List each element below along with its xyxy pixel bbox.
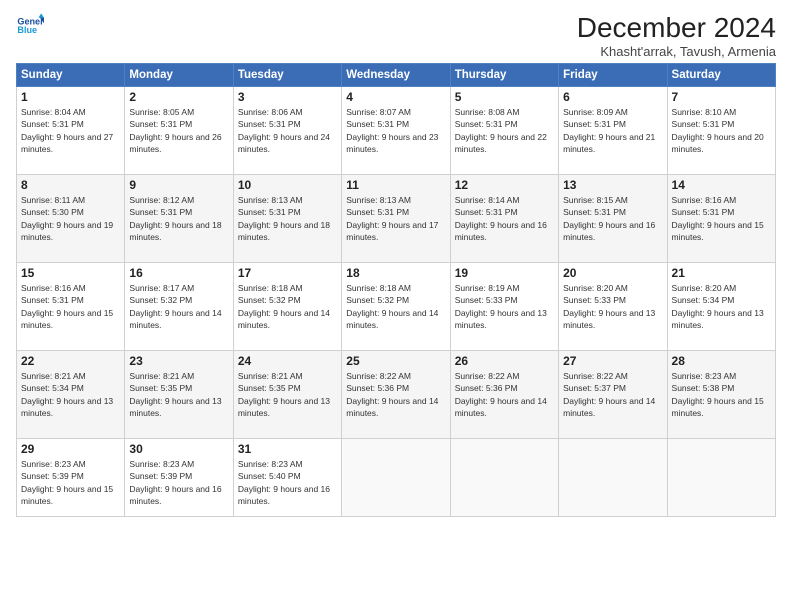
day-cell-27: 27 Sunrise: 8:22 AMSunset: 5:37 PMDaylig… <box>559 351 667 439</box>
title-block: December 2024 Khasht'arrak, Tavush, Arme… <box>577 12 776 59</box>
header-thursday: Thursday <box>450 64 558 87</box>
day-cell-16: 16 Sunrise: 8:17 AMSunset: 5:32 PMDaylig… <box>125 263 233 351</box>
header-monday: Monday <box>125 64 233 87</box>
day-cell-6: 6 Sunrise: 8:09 AMSunset: 5:31 PMDayligh… <box>559 87 667 175</box>
header-friday: Friday <box>559 64 667 87</box>
empty-cell-4 <box>667 439 775 517</box>
day-cell-5: 5 Sunrise: 8:08 AMSunset: 5:31 PMDayligh… <box>450 87 558 175</box>
day-cell-30: 30 Sunrise: 8:23 AMSunset: 5:39 PMDaylig… <box>125 439 233 517</box>
week-row-5: 29 Sunrise: 8:23 AMSunset: 5:39 PMDaylig… <box>17 439 776 517</box>
day-cell-28: 28 Sunrise: 8:23 AMSunset: 5:38 PMDaylig… <box>667 351 775 439</box>
month-title: December 2024 <box>577 12 776 44</box>
page-container: General Blue December 2024 Khasht'arrak,… <box>0 0 792 612</box>
day-cell-15: 15 Sunrise: 8:16 AMSunset: 5:31 PMDaylig… <box>17 263 125 351</box>
day-cell-13: 13 Sunrise: 8:15 AMSunset: 5:31 PMDaylig… <box>559 175 667 263</box>
day-cell-18: 18 Sunrise: 8:18 AMSunset: 5:32 PMDaylig… <box>342 263 450 351</box>
header-tuesday: Tuesday <box>233 64 341 87</box>
empty-cell-2 <box>450 439 558 517</box>
day-cell-9: 9 Sunrise: 8:12 AMSunset: 5:31 PMDayligh… <box>125 175 233 263</box>
empty-cell-1 <box>342 439 450 517</box>
day-cell-26: 26 Sunrise: 8:22 AMSunset: 5:36 PMDaylig… <box>450 351 558 439</box>
header: General Blue December 2024 Khasht'arrak,… <box>16 12 776 59</box>
day-cell-10: 10 Sunrise: 8:13 AMSunset: 5:31 PMDaylig… <box>233 175 341 263</box>
day-cell-2: 2 Sunrise: 8:05 AMSunset: 5:31 PMDayligh… <box>125 87 233 175</box>
day-cell-19: 19 Sunrise: 8:19 AMSunset: 5:33 PMDaylig… <box>450 263 558 351</box>
week-row-1: 1 Sunrise: 8:04 AMSunset: 5:31 PMDayligh… <box>17 87 776 175</box>
header-sunday: Sunday <box>17 64 125 87</box>
day-cell-24: 24 Sunrise: 8:21 AMSunset: 5:35 PMDaylig… <box>233 351 341 439</box>
week-row-4: 22 Sunrise: 8:21 AMSunset: 5:34 PMDaylig… <box>17 351 776 439</box>
day-cell-20: 20 Sunrise: 8:20 AMSunset: 5:33 PMDaylig… <box>559 263 667 351</box>
day-cell-12: 12 Sunrise: 8:14 AMSunset: 5:31 PMDaylig… <box>450 175 558 263</box>
day-cell-7: 7 Sunrise: 8:10 AMSunset: 5:31 PMDayligh… <box>667 87 775 175</box>
header-saturday: Saturday <box>667 64 775 87</box>
day-cell-25: 25 Sunrise: 8:22 AMSunset: 5:36 PMDaylig… <box>342 351 450 439</box>
header-wednesday: Wednesday <box>342 64 450 87</box>
day-cell-1: 1 Sunrise: 8:04 AMSunset: 5:31 PMDayligh… <box>17 87 125 175</box>
day-cell-17: 17 Sunrise: 8:18 AMSunset: 5:32 PMDaylig… <box>233 263 341 351</box>
svg-text:Blue: Blue <box>17 25 37 35</box>
day-cell-23: 23 Sunrise: 8:21 AMSunset: 5:35 PMDaylig… <box>125 351 233 439</box>
day-cell-22: 22 Sunrise: 8:21 AMSunset: 5:34 PMDaylig… <box>17 351 125 439</box>
week-row-3: 15 Sunrise: 8:16 AMSunset: 5:31 PMDaylig… <box>17 263 776 351</box>
day-cell-8: 8 Sunrise: 8:11 AMSunset: 5:30 PMDayligh… <box>17 175 125 263</box>
day-cell-3: 3 Sunrise: 8:06 AMSunset: 5:31 PMDayligh… <box>233 87 341 175</box>
day-cell-11: 11 Sunrise: 8:13 AMSunset: 5:31 PMDaylig… <box>342 175 450 263</box>
logo: General Blue <box>16 12 44 40</box>
logo-icon: General Blue <box>16 12 44 40</box>
empty-cell-3 <box>559 439 667 517</box>
day-cell-4: 4 Sunrise: 8:07 AMSunset: 5:31 PMDayligh… <box>342 87 450 175</box>
day-cell-29: 29 Sunrise: 8:23 AMSunset: 5:39 PMDaylig… <box>17 439 125 517</box>
day-cell-14: 14 Sunrise: 8:16 AMSunset: 5:31 PMDaylig… <box>667 175 775 263</box>
location-subtitle: Khasht'arrak, Tavush, Armenia <box>577 44 776 59</box>
week-row-2: 8 Sunrise: 8:11 AMSunset: 5:30 PMDayligh… <box>17 175 776 263</box>
calendar-table: Sunday Monday Tuesday Wednesday Thursday… <box>16 63 776 517</box>
day-cell-21: 21 Sunrise: 8:20 AMSunset: 5:34 PMDaylig… <box>667 263 775 351</box>
day-cell-31: 31 Sunrise: 8:23 AMSunset: 5:40 PMDaylig… <box>233 439 341 517</box>
weekday-header-row: Sunday Monday Tuesday Wednesday Thursday… <box>17 64 776 87</box>
